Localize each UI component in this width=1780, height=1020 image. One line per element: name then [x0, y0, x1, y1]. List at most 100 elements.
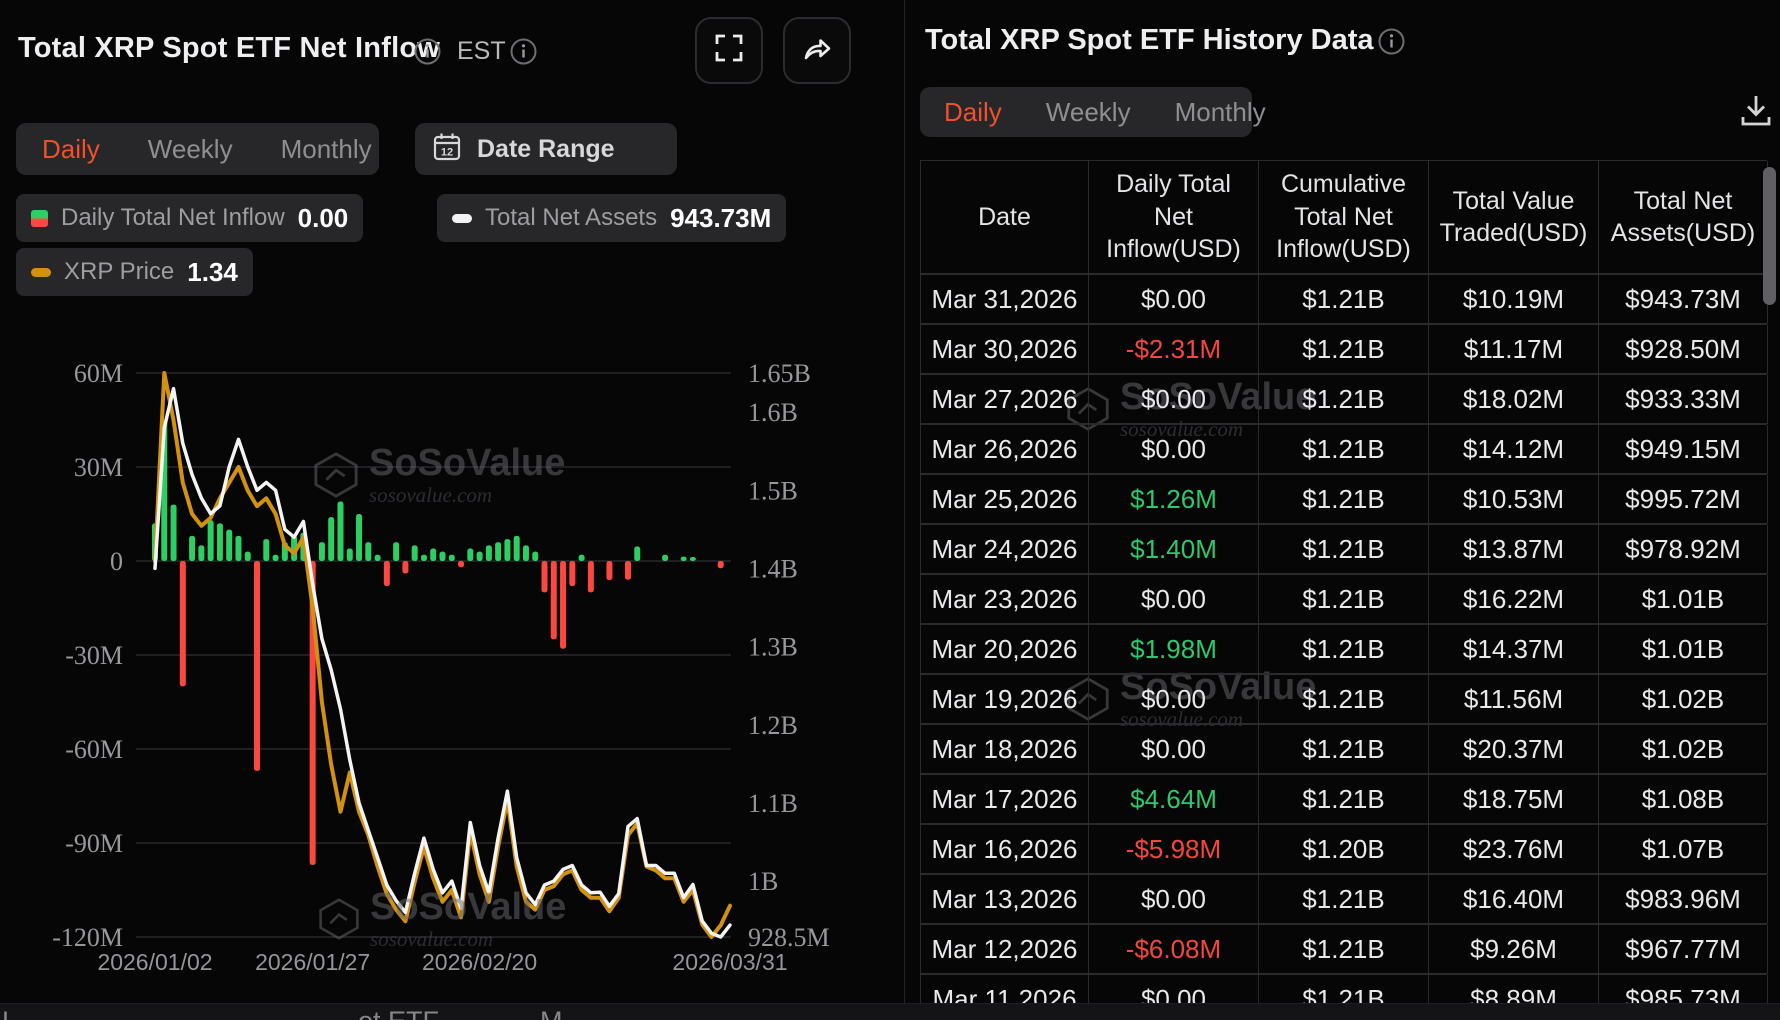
- table-cell: $9.26M: [1429, 925, 1599, 974]
- table-row: Mar 18,2026$0.00$1.21B$20.37M$1.02B: [920, 724, 1767, 774]
- table-cell: Mar 31,2026: [921, 275, 1089, 324]
- inflow-bar: [235, 536, 241, 561]
- inflow-bar: [449, 555, 455, 561]
- table-cell: $13.87M: [1429, 525, 1599, 574]
- table-scrollbar-thumb[interactable]: [1763, 167, 1776, 305]
- tab-monthly[interactable]: Monthly: [281, 134, 372, 165]
- table-cell: Mar 19,2026: [921, 675, 1089, 724]
- table-cell: Mar 13,2026: [921, 875, 1089, 924]
- xrp-etf-dashboard: Total XRP Spot ETF Net Inflow EST Daily …: [0, 0, 1780, 1020]
- inflow-bar: [486, 545, 492, 561]
- share-button[interactable]: [783, 17, 851, 84]
- inflow-bar: [375, 555, 381, 561]
- right-axis-tick: 1.2B: [748, 711, 798, 740]
- table-cell: $0.00: [1089, 275, 1259, 324]
- tab-weekly[interactable]: Weekly: [1046, 97, 1131, 128]
- history-table-header: Date Daily Total Net Inflow(USD) Cumulat…: [920, 160, 1767, 274]
- table-cell: $4.64M: [1089, 775, 1259, 824]
- est-info-icon[interactable]: [510, 38, 537, 65]
- inflow-bar: [254, 561, 260, 771]
- tab-monthly[interactable]: Monthly: [1175, 97, 1266, 128]
- tab-daily[interactable]: Daily: [944, 97, 1002, 128]
- table-cell: $14.12M: [1429, 425, 1599, 474]
- table-cell: $933.33M: [1599, 375, 1768, 424]
- download-button[interactable]: [1734, 90, 1778, 134]
- fullscreen-button[interactable]: [695, 17, 763, 84]
- right-axis-tick: 1.3B: [748, 633, 798, 662]
- table-cell: $983.96M: [1599, 875, 1768, 924]
- inflow-bar: [421, 555, 427, 561]
- inflow-bar: [532, 552, 538, 561]
- table-cell: $1.07B: [1599, 825, 1768, 874]
- table-row: Mar 30,2026-$2.31M$1.21B$11.17M$928.50M: [920, 324, 1767, 374]
- table-cell: $18.75M: [1429, 775, 1599, 824]
- table-cell: $949.15M: [1599, 425, 1768, 474]
- table-cell: $16.22M: [1429, 575, 1599, 624]
- inflow-bar: [634, 546, 640, 561]
- table-cell: $0.00: [1089, 675, 1259, 724]
- right-axis-tick: 1.1B: [748, 789, 798, 818]
- table-cell: $0.00: [1089, 575, 1259, 624]
- inflow-bar: [542, 561, 548, 592]
- history-period-tabs: Daily Weekly Monthly: [920, 87, 1252, 137]
- table-cell: $20.37M: [1429, 725, 1599, 774]
- right-axis-tick: 1.65B: [748, 359, 811, 388]
- tab-daily[interactable]: Daily: [42, 134, 100, 165]
- table-cell: $995.72M: [1599, 475, 1768, 524]
- right-axis-tick: 1.5B: [748, 476, 798, 505]
- x-axis-tick: 2026/02/20: [422, 949, 537, 975]
- inflow-bar: [273, 555, 279, 561]
- inflow-bar: [171, 505, 177, 561]
- inflow-bar: [245, 552, 251, 561]
- table-cell: $1.20B: [1259, 825, 1429, 874]
- table-cell: $1.21B: [1259, 925, 1429, 974]
- table-cell: $18.02M: [1429, 375, 1599, 424]
- share-icon: [800, 31, 834, 70]
- net-inflow-chart: 60M30M0-30M-60M-90M-120M1.65B1.6B1.5B1.4…: [0, 300, 905, 1020]
- legend-value: 0.00: [298, 203, 349, 234]
- legend-value: 943.73M: [670, 203, 771, 234]
- title-info-icon[interactable]: [414, 38, 441, 65]
- download-icon: [1736, 90, 1776, 135]
- legend-xrp-price[interactable]: XRP Price 1.34: [16, 248, 253, 296]
- legend-label: XRP Price: [64, 258, 174, 286]
- right-axis-tick: 1.4B: [748, 554, 798, 583]
- table-cell: $11.56M: [1429, 675, 1599, 724]
- inflow-bar: [263, 539, 269, 561]
- date-range-button[interactable]: 12 Date Range: [415, 123, 677, 175]
- inflow-bar: [681, 557, 687, 561]
- left-axis-tick: 30M: [74, 453, 123, 482]
- table-cell: Mar 16,2026: [921, 825, 1089, 874]
- table-cell: $1.21B: [1259, 325, 1429, 374]
- x-axis-tick: 2026/01/27: [255, 949, 370, 975]
- history-info-icon[interactable]: [1378, 28, 1405, 55]
- table-cell: $1.21B: [1259, 625, 1429, 674]
- inflow-bar: [365, 542, 371, 561]
- table-cell: $1.21B: [1259, 875, 1429, 924]
- inflow-bar: [523, 545, 529, 561]
- table-cell: $1.26M: [1089, 475, 1259, 524]
- table-cell: $928.50M: [1599, 325, 1768, 374]
- table-cell: Mar 23,2026: [921, 575, 1089, 624]
- inflow-bar: [208, 520, 214, 561]
- timezone-label: EST: [457, 37, 506, 66]
- table-cell: $0.00: [1089, 725, 1259, 774]
- table-row: Mar 20,2026$1.98M$1.21B$14.37M$1.01B: [920, 624, 1767, 674]
- x-axis-tick: 2026/01/02: [97, 949, 212, 975]
- table-cell: $1.01B: [1599, 575, 1768, 624]
- legend-total-net-assets[interactable]: Total Net Assets 943.73M: [437, 194, 786, 242]
- table-cell: $14.37M: [1429, 625, 1599, 674]
- table-cell: $1.02B: [1599, 725, 1768, 774]
- inflow-bar: [402, 561, 408, 574]
- inflow-bar: [319, 542, 325, 561]
- table-row: Mar 19,2026$0.00$1.21B$11.56M$1.02B: [920, 674, 1767, 724]
- inflow-bar: [356, 514, 362, 561]
- legend-value: 1.34: [187, 257, 238, 288]
- tab-weekly[interactable]: Weekly: [148, 134, 233, 165]
- table-cell: $1.21B: [1259, 775, 1429, 824]
- inflow-bar: [718, 561, 724, 568]
- clipped-text-fragment: ot ETF: [358, 1006, 439, 1020]
- legend-daily-net-inflow[interactable]: Daily Total Net Inflow 0.00: [16, 194, 363, 242]
- inflow-bar: [625, 561, 631, 580]
- table-cell: $0.00: [1089, 375, 1259, 424]
